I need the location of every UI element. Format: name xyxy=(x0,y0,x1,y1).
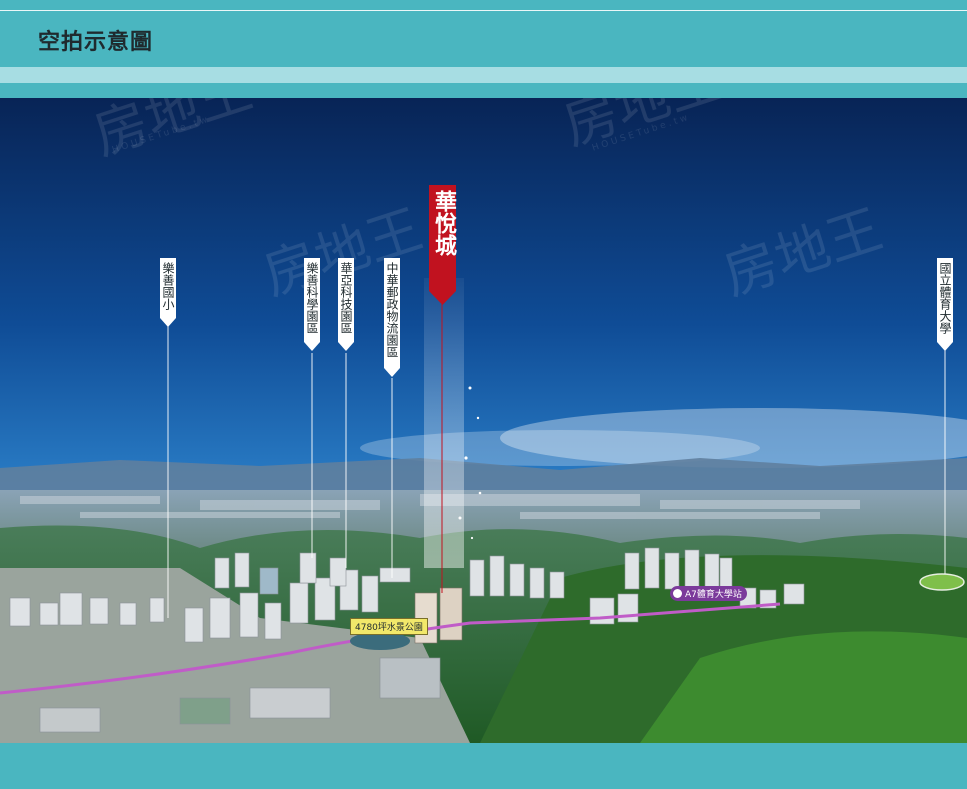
header-bar: 空拍示意圖 xyxy=(0,11,967,67)
stadium xyxy=(919,573,965,591)
project-light-beam xyxy=(424,278,464,568)
station-label: A7體育大學站 xyxy=(670,586,747,601)
footer-band xyxy=(0,743,967,789)
top-strip xyxy=(0,0,967,10)
university-label: 國立體育大學 xyxy=(938,262,952,334)
post-park-label: 中華郵政物流園區 xyxy=(385,262,399,358)
project-label: 華悅城 xyxy=(431,190,456,256)
header-stripe xyxy=(0,67,967,83)
page-title: 空拍示意圖 xyxy=(38,30,154,55)
science-park-label: 樂善科學園區 xyxy=(305,262,319,334)
metro-icon xyxy=(673,589,682,598)
header-band xyxy=(0,83,967,98)
tech-park-label: 華亞科技園區 xyxy=(339,262,353,334)
park-label: 4780坪水景公園 xyxy=(350,618,428,635)
station-label-text: A7體育大學站 xyxy=(685,590,742,600)
school-label: 樂善國小 xyxy=(161,262,175,310)
aerial-photo: 樂善國小 樂善科學園區 華亞科技園區 中華郵政物流園區 國立體育大學 華悅城 4… xyxy=(0,98,967,743)
aerial-illustration xyxy=(0,98,967,743)
